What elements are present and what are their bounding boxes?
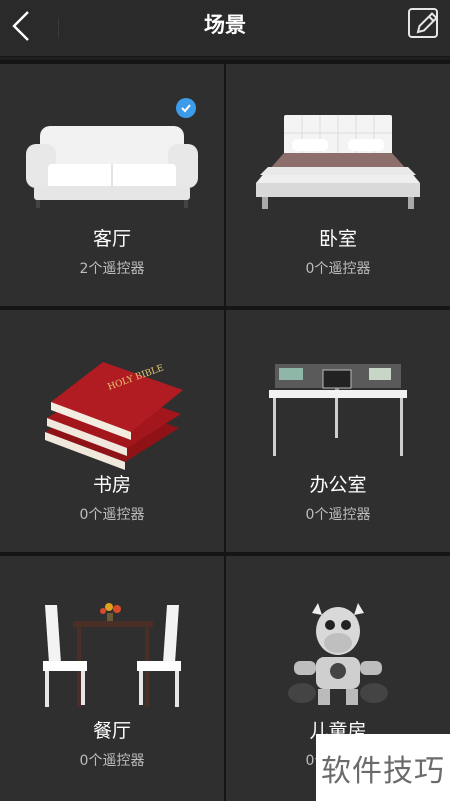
toy-robot-icon xyxy=(288,603,388,705)
top-bar: 场景 xyxy=(0,0,450,57)
scene-remote-count: 0个遥控器 xyxy=(79,753,145,769)
scene-name: 卧室 xyxy=(318,228,357,250)
edit-button[interactable] xyxy=(406,6,444,44)
scene-name: 办公室 xyxy=(309,474,367,496)
scene-tile-bedroom[interactable]: 卧室 0个遥控器 xyxy=(226,64,450,306)
scene-name: 书房 xyxy=(92,474,131,496)
selected-check-icon xyxy=(176,98,196,118)
scene-remote-count: 0个遥控器 xyxy=(305,261,371,277)
book-image: HOLY BIBLE xyxy=(0,340,224,480)
book-icon: HOLY BIBLE xyxy=(45,362,183,470)
scene-name: 客厅 xyxy=(92,228,131,250)
bed-icon xyxy=(256,115,420,209)
scene-grid: 客厅 2个遥控器 卧室 0个遥控器 HOLY BIBLE 书房 0个遥控器 办公… xyxy=(0,60,450,801)
dining-image xyxy=(0,586,224,726)
scene-tile-office[interactable]: 办公室 0个遥控器 xyxy=(226,310,450,552)
desk-image xyxy=(226,340,450,480)
scene-remote-count: 0个遥控器 xyxy=(79,507,145,523)
edit-icon xyxy=(408,8,438,38)
scene-tile-dining-room[interactable]: 餐厅 0个遥控器 xyxy=(0,556,224,801)
sofa-icon xyxy=(26,126,198,208)
scene-tile-study[interactable]: HOLY BIBLE 书房 0个遥控器 xyxy=(0,310,224,552)
desk-icon xyxy=(269,364,407,456)
scene-remote-count: 2个遥控器 xyxy=(79,261,145,277)
scene-name: 餐厅 xyxy=(92,720,131,742)
kids-room-image xyxy=(226,586,450,726)
scene-tile-living-room[interactable]: 客厅 2个遥控器 xyxy=(0,64,224,306)
scene-remote-count: 0个遥控器 xyxy=(305,507,371,523)
watermark: 软件技巧 xyxy=(316,734,450,801)
dining-table-icon xyxy=(43,603,181,707)
page-title: 场景 xyxy=(204,13,246,37)
bed-image xyxy=(226,94,450,234)
